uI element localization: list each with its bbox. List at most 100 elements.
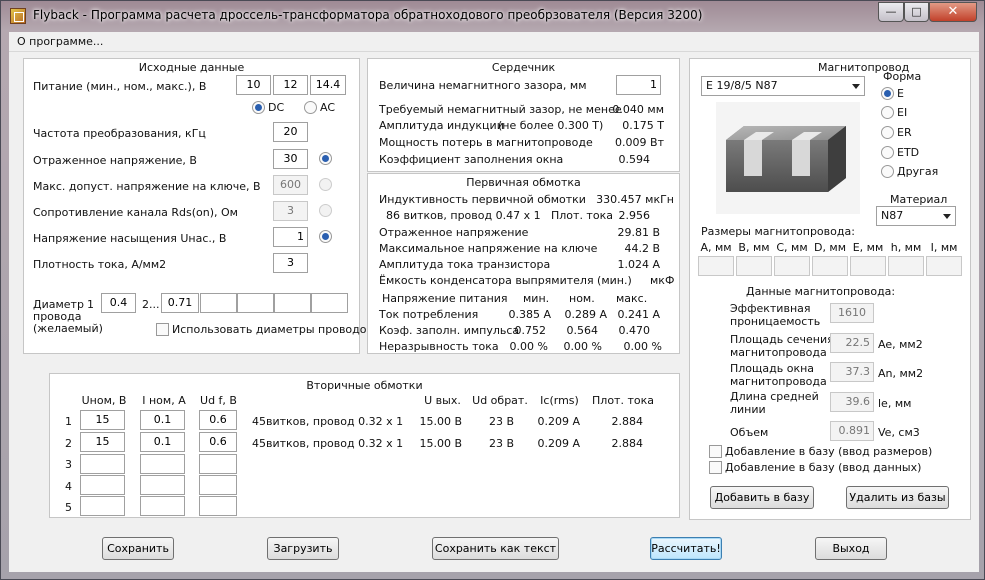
dim-e-input[interactable] — [850, 256, 886, 276]
supply-label: Питание (мин., ном., макс.), В — [33, 80, 207, 93]
supply-max-input[interactable]: 14.4 — [310, 75, 346, 95]
secondary-row-num: 1 — [65, 415, 72, 428]
freq-input[interactable]: 20 — [273, 122, 308, 142]
primary-row-max: 0.00 % — [623, 340, 662, 353]
menu-item-about[interactable]: О программе... — [17, 35, 103, 48]
dims-label: Размеры магнитопровода: — [701, 225, 855, 238]
supply-nom-input[interactable]: 12 — [273, 75, 308, 95]
primary-row-nom: 0.564 — [566, 324, 599, 337]
maximize-button[interactable]: □ — [904, 2, 929, 22]
rds-input[interactable]: 3 — [273, 201, 308, 221]
shape-etd-radio[interactable] — [881, 146, 894, 159]
shape-e-label: E — [897, 87, 904, 100]
secondary-row-num: 4 — [65, 480, 72, 493]
secondary-udf-input[interactable]: 0.6 — [199, 432, 237, 452]
secondary-unom-input[interactable]: 15 — [80, 410, 125, 430]
shape-other-radio[interactable] — [881, 165, 894, 178]
save-button[interactable]: Сохранить — [102, 537, 174, 560]
wire-index-2: 2... — [142, 298, 160, 311]
dc-label: DC — [268, 101, 285, 114]
vmax-input[interactable]: 600 — [273, 175, 308, 195]
dim-b-label: В, мм — [738, 241, 770, 254]
wire-diameter-4-input[interactable] — [237, 293, 274, 313]
wire-diameter-2-input[interactable]: 0.71 — [161, 293, 199, 313]
an-input[interactable]: 37.3 — [830, 362, 874, 382]
minimize-button[interactable]: — — [878, 2, 904, 22]
ac-radio[interactable] — [304, 101, 317, 114]
dim-h-label: h, мм — [890, 241, 922, 254]
secondary-inom-input[interactable] — [140, 475, 185, 495]
le-unit: le, мм — [878, 397, 912, 410]
dim-h-input[interactable] — [888, 256, 924, 276]
chevron-down-icon — [852, 84, 860, 89]
ae-input[interactable]: 22.5 — [830, 333, 874, 353]
material-select[interactable]: N87 — [876, 206, 956, 226]
dim-b-input[interactable] — [736, 256, 772, 276]
dim-d-input[interactable] — [812, 256, 848, 276]
primary-hdr-min: мин. — [523, 292, 550, 305]
secondary-irms: 0.209 А — [537, 415, 580, 428]
app-icon — [10, 8, 26, 24]
delete-from-db-button[interactable]: Удалить из базы — [846, 486, 949, 509]
an-label: Площадь окна — [730, 362, 815, 375]
primary-ind-label: Индуктивность первичной обмотки — [379, 193, 586, 206]
secondary-unom-input[interactable] — [80, 475, 125, 495]
gap-input[interactable]: 1 — [616, 75, 661, 95]
wire-diameter-3-input[interactable] — [200, 293, 237, 313]
reflected-input[interactable]: 30 — [273, 149, 308, 169]
secondary-unom-input[interactable] — [80, 454, 125, 474]
calculate-button[interactable]: Рассчитать! — [650, 537, 722, 560]
reflected-radio[interactable] — [319, 152, 332, 165]
jdens-label: Плотность тока, А/мм2 — [33, 258, 167, 271]
vsat-input[interactable]: 1 — [273, 227, 308, 247]
shape-etd-label: ETD — [897, 146, 920, 159]
ae-label-line2: магнитопровода — [730, 346, 827, 359]
secondary-inom-input[interactable]: 0.1 — [140, 410, 185, 430]
rds-label: Сопротивление канала Rds(on), Ом — [33, 206, 238, 219]
secondary-unom-input[interactable]: 15 — [80, 432, 125, 452]
close-button[interactable]: ✕ — [929, 2, 977, 22]
freq-label: Частота преобразования, кГц — [33, 127, 206, 140]
load-button[interactable]: Загрузить — [267, 537, 339, 560]
le-input[interactable]: 39.6 — [830, 392, 874, 412]
rds-radio[interactable] — [319, 204, 332, 217]
dim-a-input[interactable] — [698, 256, 734, 276]
secondary-unom-input[interactable] — [80, 496, 125, 516]
shape-ei-radio[interactable] — [881, 106, 894, 119]
vmax-radio[interactable] — [319, 178, 332, 191]
dim-i-input[interactable] — [926, 256, 962, 276]
dim-e-label: Е, мм — [852, 241, 884, 254]
secondary-udf-input[interactable] — [199, 475, 237, 495]
secondary-inom-input[interactable] — [140, 496, 185, 516]
core-data-label: Данные магнитопровода: — [746, 285, 896, 298]
wire-diameter-1-input[interactable]: 0.4 — [101, 293, 136, 313]
secondary-inom-input[interactable]: 0.1 — [140, 432, 185, 452]
dc-radio[interactable] — [252, 101, 265, 114]
vsat-radio[interactable] — [319, 230, 332, 243]
secondary-inom-input[interactable] — [140, 454, 185, 474]
core-image — [716, 102, 860, 214]
add-dims-checkbox[interactable] — [709, 445, 722, 458]
add-data-checkbox[interactable] — [709, 461, 722, 474]
jdens-input[interactable]: 3 — [273, 253, 308, 273]
use-wire-checkbox[interactable] — [156, 323, 169, 336]
core-type-select[interactable]: Е 19/8/5 N87 — [701, 76, 865, 96]
save-as-text-button[interactable]: Сохранить как текст — [432, 537, 559, 560]
ve-input[interactable]: 0.891 — [830, 421, 874, 441]
secondary-uout: 15.00 В — [419, 437, 462, 450]
shape-er-radio[interactable] — [881, 126, 894, 139]
add-to-db-button[interactable]: Добавить в базу — [710, 486, 814, 509]
shape-e-radio[interactable] — [881, 87, 894, 100]
wire-diameter-5-input[interactable] — [274, 293, 311, 313]
dim-c-input[interactable] — [774, 256, 810, 276]
secondary-udf-input[interactable] — [199, 496, 237, 516]
magnet-panel: Магнитопровод Е 19/8/5 N87 Форма E EI ER… — [689, 58, 971, 520]
secondary-udf-input[interactable] — [199, 454, 237, 474]
exit-button[interactable]: Выход — [815, 537, 887, 560]
secondary-udf-input[interactable]: 0.6 — [199, 410, 237, 430]
wire-diameter-6-input[interactable] — [311, 293, 348, 313]
eff-perm-input[interactable]: 1610 — [830, 303, 874, 323]
gap-label: Величина немагнитного зазора, мм — [379, 79, 587, 92]
primary-ipk-value: 1.024 А — [617, 258, 660, 271]
supply-min-input[interactable]: 10 — [236, 75, 271, 95]
